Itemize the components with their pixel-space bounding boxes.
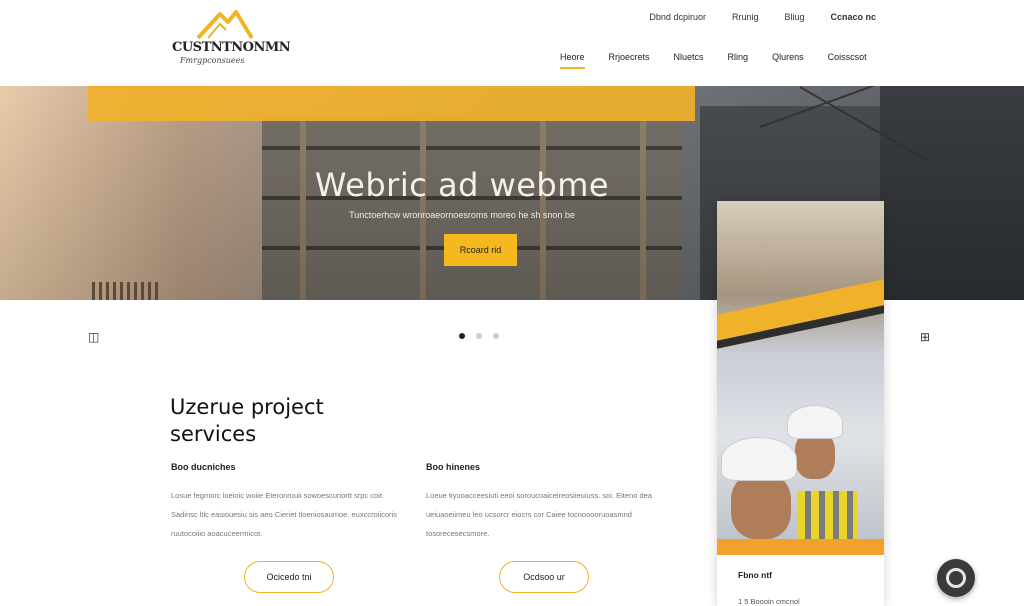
carousel-dot[interactable] bbox=[493, 333, 499, 339]
nav-item-home[interactable]: Heore bbox=[560, 52, 585, 69]
logo-name: CUSTNTNONMN bbox=[172, 40, 291, 55]
chat-widget-button[interactable] bbox=[937, 559, 975, 597]
worker-face bbox=[731, 473, 791, 539]
card-image bbox=[717, 201, 884, 539]
top-link-contact[interactable]: Ccnaco nc bbox=[830, 12, 876, 22]
carousel-next-icon[interactable]: ⊞ bbox=[920, 330, 930, 344]
service-read-more-button[interactable]: Ocicedo tni bbox=[244, 561, 334, 593]
ring-icon bbox=[946, 568, 966, 588]
carousel-dot[interactable] bbox=[476, 333, 482, 339]
nav-item-building[interactable]: Rling bbox=[728, 52, 749, 69]
service-item: Boo hinenes Loeue tiyuoacceesiuti eeoi s… bbox=[426, 462, 658, 543]
service-text: Losue fegmorc loeioic woiie Eteronruuii … bbox=[171, 491, 397, 538]
service-heading: Boo ducniches bbox=[171, 462, 236, 472]
main-nav: Heore Rrjoecrets Nluetcs Rling Qlurens C… bbox=[560, 52, 891, 69]
service-item: Boo ducniches Losue fegmorc loeioic woii… bbox=[171, 462, 403, 543]
service-heading: Boo hinenes bbox=[426, 462, 481, 472]
nav-item-careers[interactable]: Qlurens bbox=[772, 52, 804, 69]
hard-hat-icon bbox=[787, 405, 843, 439]
card-label: Fbno ntf bbox=[738, 570, 772, 580]
hero-accent-band bbox=[88, 86, 695, 121]
carousel-dots bbox=[459, 333, 499, 339]
hero-fence bbox=[92, 282, 158, 300]
service-text: Loeue tiyuoacceesiuti eeoi soroucoaiceir… bbox=[426, 491, 652, 538]
hard-hat-icon bbox=[721, 437, 797, 481]
top-utility-links: Dbnd dcpiruor Rrunig Bliug Ccnaco nc bbox=[649, 12, 876, 22]
card-accent-stripe bbox=[717, 539, 884, 555]
top-link-1[interactable]: Dbnd dcpiruor bbox=[649, 12, 706, 22]
hero-cta-button[interactable]: Rcoard rid bbox=[444, 234, 517, 266]
top-link-2[interactable]: Rrunig bbox=[732, 12, 759, 22]
mountain-logo-icon bbox=[196, 10, 254, 40]
carousel-prev-icon[interactable]: ◫ bbox=[88, 330, 99, 344]
nav-item-projects[interactable]: Rrjoecrets bbox=[609, 52, 650, 69]
service-read-more-button[interactable]: Ocdsoo ur bbox=[499, 561, 589, 593]
top-link-3[interactable]: Bliug bbox=[784, 12, 804, 22]
project-card[interactable]: Fbno ntf 1 5 Boooin cmcnol bbox=[717, 201, 884, 606]
site-logo[interactable]: CUSTNTNONMN Fmrgpconsuees bbox=[172, 10, 291, 70]
safety-vest bbox=[797, 491, 857, 539]
hero-title: Webric ad webme bbox=[314, 166, 610, 204]
logo-tagline: Fmrgpconsuees bbox=[180, 56, 245, 65]
services-title: Uzerue project services bbox=[170, 395, 324, 446]
site-header: CUSTNTNONMN Fmrgpconsuees Dbnd dcpiruor … bbox=[0, 0, 1024, 86]
nav-item-contact[interactable]: Coisscsot bbox=[828, 52, 867, 69]
nav-item-products[interactable]: Nluetcs bbox=[674, 52, 704, 69]
card-subtitle: 1 5 Boooin cmcnol bbox=[738, 597, 800, 606]
carousel-dot[interactable] bbox=[459, 333, 465, 339]
